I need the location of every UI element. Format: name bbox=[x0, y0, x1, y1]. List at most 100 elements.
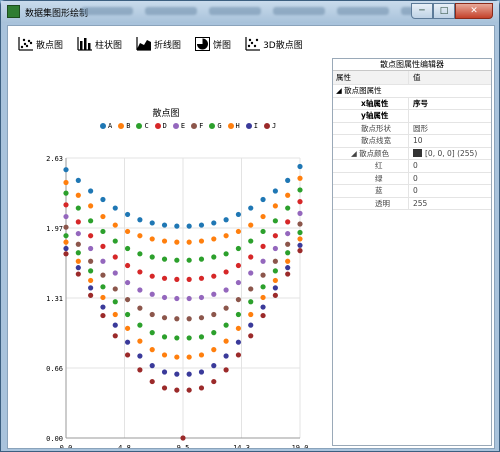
data-point-A bbox=[161, 222, 168, 228]
data-point-J bbox=[297, 248, 303, 254]
property-value[interactable]: 序号 bbox=[411, 98, 491, 110]
chart-canvas[interactable]: 散点图 ABCDEFGHIJ 0.0 4.8 9.5 14.3 19.0 0.00 0.66… bbox=[10, 62, 322, 448]
data-point-J bbox=[186, 387, 192, 393]
property-row-color[interactable]: ◢ 散点颜色 [0, 0, 0] (255) bbox=[333, 147, 491, 160]
data-point-D bbox=[260, 243, 266, 249]
data-point-I bbox=[223, 353, 229, 359]
data-point-H bbox=[186, 354, 192, 360]
data-point-F bbox=[285, 241, 291, 247]
data-point-B bbox=[235, 228, 242, 235]
data-point-B bbox=[75, 192, 81, 198]
property-row-green[interactable]: 绿 0 bbox=[333, 172, 491, 185]
color-swatch[interactable] bbox=[413, 148, 422, 157]
property-value[interactable]: 0 bbox=[411, 173, 491, 185]
pie-chart-button[interactable]: 饼图 bbox=[195, 34, 231, 54]
bar-chart-button[interactable]: 柱状图 bbox=[77, 34, 122, 54]
data-point-A bbox=[223, 217, 229, 223]
data-point-D bbox=[272, 233, 278, 239]
data-point-J bbox=[124, 352, 131, 358]
property-value[interactable]: 圆形 bbox=[411, 123, 491, 135]
data-point-B bbox=[198, 238, 205, 244]
property-row-linewidth[interactable]: 散点线宽 10 bbox=[333, 135, 491, 148]
property-name: 绿 bbox=[333, 172, 409, 185]
scatter-3d-label: 3D散点图 bbox=[263, 40, 303, 51]
data-point-G bbox=[211, 330, 217, 336]
data-point-G bbox=[235, 311, 242, 318]
data-point-E bbox=[174, 295, 180, 302]
property-header-name: 属性 bbox=[333, 71, 409, 85]
data-point bbox=[180, 435, 186, 441]
property-row-alpha[interactable]: 透明 255 bbox=[333, 197, 491, 210]
data-point-H bbox=[161, 352, 168, 358]
property-row-x-axis[interactable]: x轴属性 序号 bbox=[333, 97, 491, 110]
y-tick-label: 1.97 bbox=[46, 225, 63, 233]
data-point-A bbox=[88, 188, 94, 194]
property-row-blue[interactable]: 蓝 0 bbox=[333, 185, 491, 198]
data-point-F bbox=[63, 224, 69, 230]
scatter-3d-button[interactable]: 3D散点图 bbox=[245, 34, 303, 54]
property-row-shape[interactable]: 散点形状 圆形 bbox=[333, 122, 491, 135]
data-point-A bbox=[100, 196, 106, 203]
data-point-H bbox=[124, 325, 131, 331]
property-value[interactable]: 0 bbox=[411, 160, 491, 172]
data-point-I bbox=[186, 371, 192, 377]
close-button[interactable]: ✕ bbox=[455, 3, 493, 19]
data-point-H bbox=[297, 236, 303, 242]
data-point-A bbox=[198, 222, 205, 228]
data-point-D bbox=[137, 269, 143, 275]
data-point-C bbox=[235, 245, 242, 252]
data-point-F bbox=[100, 272, 106, 278]
property-value[interactable]: 255 bbox=[411, 198, 491, 210]
data-point-A bbox=[112, 205, 118, 211]
property-name: 蓝 bbox=[333, 185, 409, 197]
data-point-J bbox=[149, 378, 155, 385]
data-point-A bbox=[174, 223, 180, 229]
minimize-button[interactable]: ─ bbox=[411, 3, 433, 19]
data-point-E bbox=[211, 291, 217, 297]
data-point-D bbox=[124, 262, 131, 269]
data-point-G bbox=[63, 233, 69, 239]
data-point-I bbox=[272, 285, 278, 291]
scatter-plot-button[interactable]: 散点图 bbox=[18, 34, 63, 54]
data-point-I bbox=[75, 265, 81, 271]
maximize-button[interactable]: □ bbox=[433, 3, 455, 19]
property-row-red[interactable]: 红 0 bbox=[333, 160, 491, 173]
data-point-F bbox=[161, 315, 168, 321]
data-point-E bbox=[75, 230, 81, 237]
scatter-plot-label: 散点图 bbox=[36, 40, 64, 51]
data-point-E bbox=[297, 210, 303, 216]
data-point-G bbox=[88, 268, 94, 274]
collapse-triangle-icon[interactable]: ◢ bbox=[336, 86, 344, 95]
data-point-D bbox=[223, 269, 229, 275]
property-group-label: 散点图属性 bbox=[344, 86, 382, 95]
data-point-C bbox=[137, 251, 143, 257]
data-point-G bbox=[248, 299, 254, 305]
data-point-E bbox=[260, 258, 266, 264]
data-point-G bbox=[272, 268, 278, 274]
data-point-E bbox=[235, 279, 242, 286]
line-chart-button[interactable]: 折线图 bbox=[136, 34, 181, 54]
data-point-H bbox=[75, 258, 81, 264]
data-point-B bbox=[285, 192, 291, 198]
x-tick-label: 4.8 bbox=[118, 444, 131, 448]
data-point-J bbox=[75, 271, 81, 277]
main-window: 数据集图形绘制 ─ □ ✕ 散点图 柱状图 折线图 饼图 3D散点图 散点图 A… bbox=[0, 0, 500, 452]
data-point-G bbox=[112, 299, 118, 305]
data-point-D bbox=[297, 199, 303, 205]
data-point-D bbox=[285, 219, 291, 225]
data-point-H bbox=[137, 338, 143, 344]
data-point-A bbox=[285, 177, 291, 183]
property-value[interactable]: 10 bbox=[411, 135, 491, 147]
title-bar[interactable]: 数据集图形绘制 ─ □ ✕ bbox=[1, 1, 499, 23]
data-point-G bbox=[260, 284, 266, 290]
data-point-A bbox=[211, 220, 217, 226]
property-group-row[interactable]: ◢ 散点图属性 bbox=[333, 85, 491, 98]
property-value[interactable]: 0 bbox=[411, 185, 491, 197]
property-row-y-axis[interactable]: y轴属性 bbox=[333, 110, 491, 123]
data-point-E bbox=[63, 213, 69, 220]
expand-triangle-icon[interactable]: ◢ bbox=[351, 149, 359, 158]
data-point-C bbox=[260, 228, 266, 235]
property-name: 散点形状 bbox=[333, 122, 409, 135]
data-point-I bbox=[100, 304, 106, 310]
data-point-G bbox=[137, 322, 143, 328]
